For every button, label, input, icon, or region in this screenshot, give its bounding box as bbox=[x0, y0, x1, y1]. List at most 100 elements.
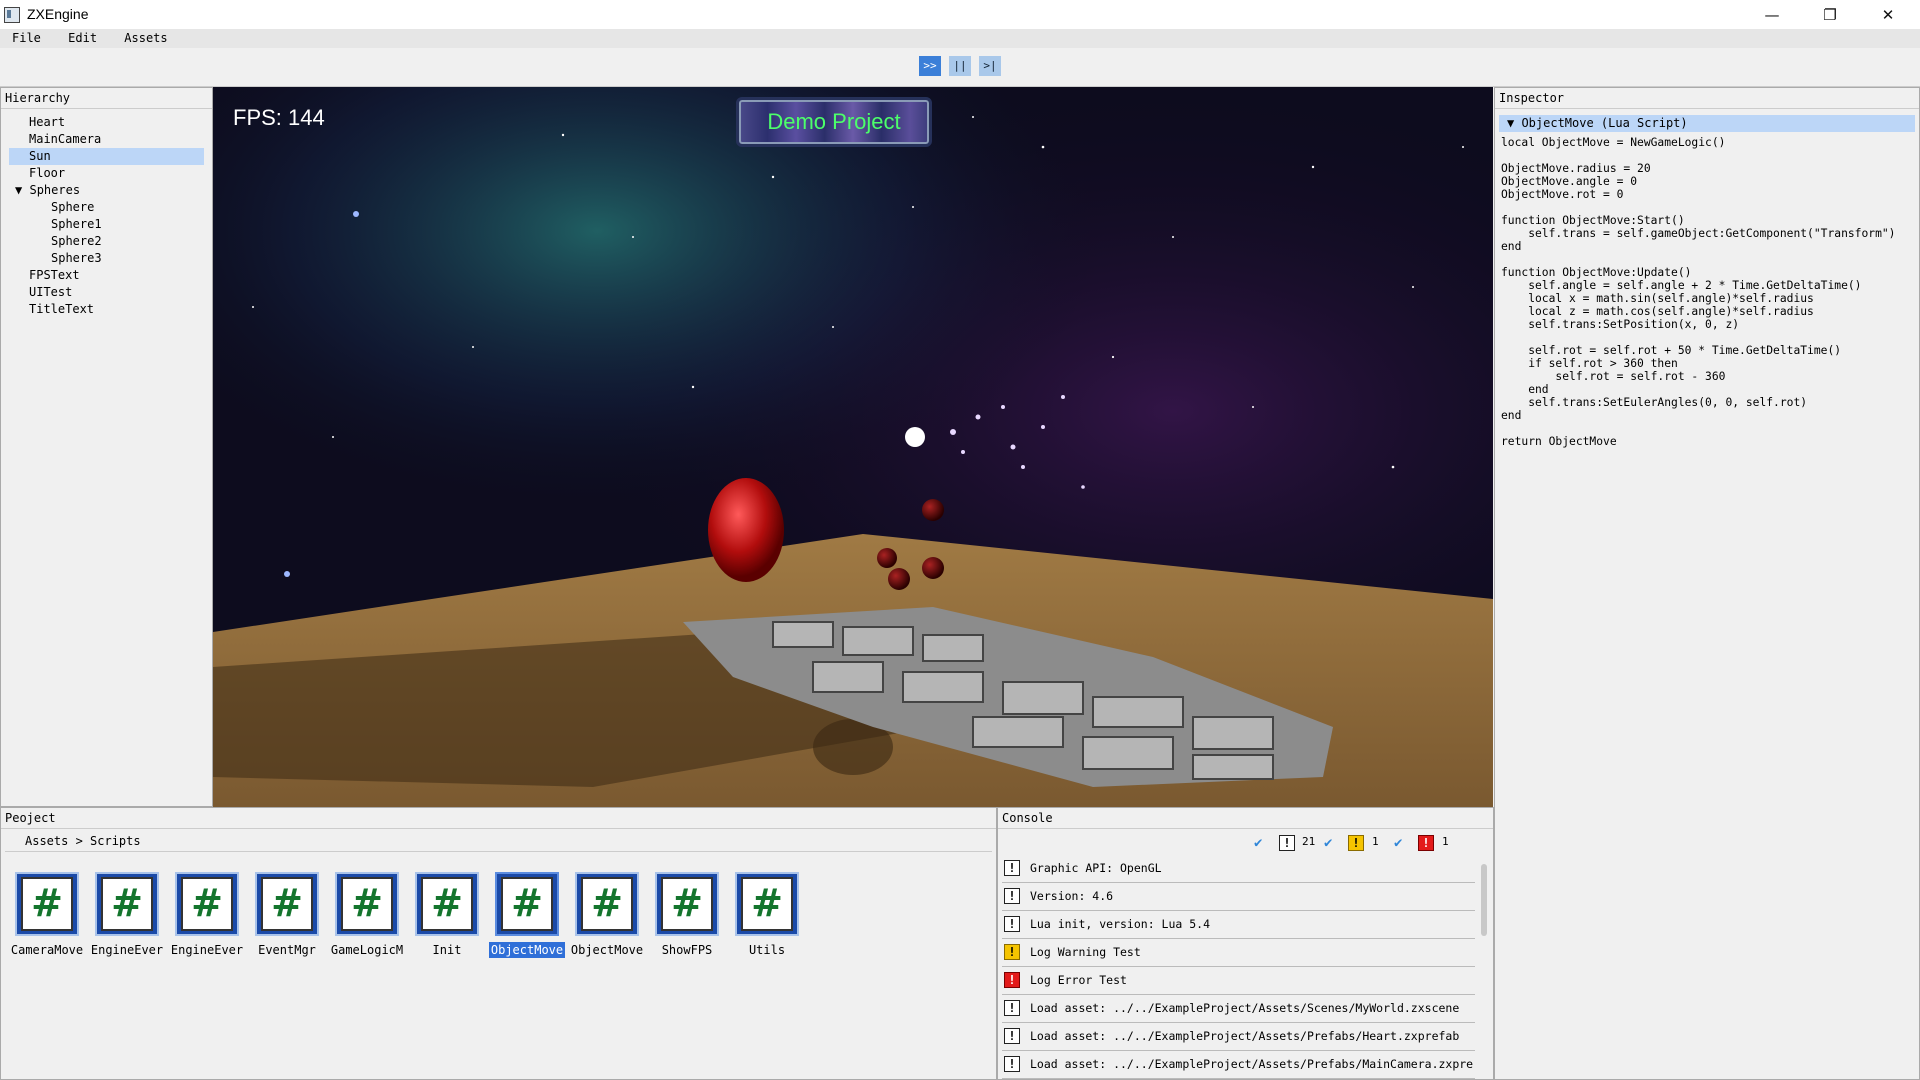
log-text: Log Error Test bbox=[1030, 973, 1127, 987]
console-scrollbar[interactable] bbox=[1481, 864, 1487, 936]
file-item[interactable]: # ShowFPS bbox=[649, 872, 725, 958]
scene-render bbox=[213, 87, 1493, 807]
file-item-selected[interactable]: # ObjectMove bbox=[489, 872, 565, 958]
error-icon: ! bbox=[1418, 835, 1434, 851]
file-item[interactable]: # Utils bbox=[729, 872, 805, 958]
hierarchy-item-sphere1[interactable]: Sphere1 bbox=[1, 216, 212, 233]
log-entry[interactable]: ! Log Error Test bbox=[1002, 967, 1475, 995]
log-entry[interactable]: ! Log Warning Test bbox=[1002, 939, 1475, 967]
info-icon: ! bbox=[1279, 835, 1295, 851]
log-text: Log Warning Test bbox=[1030, 945, 1141, 959]
script-file-icon: # bbox=[15, 872, 79, 936]
script-file-icon: # bbox=[575, 872, 639, 936]
step-button[interactable]: >| bbox=[979, 56, 1001, 76]
file-item[interactable]: # EventMgr bbox=[249, 872, 325, 958]
inspector-title: Inspector bbox=[1495, 88, 1919, 109]
file-item[interactable]: # ObjectMove bbox=[569, 872, 645, 958]
script-file-icon: # bbox=[335, 872, 399, 936]
script-file-icon: # bbox=[175, 872, 239, 936]
restore-button[interactable]: ❐ bbox=[1801, 0, 1859, 29]
error-icon: ! bbox=[1004, 972, 1020, 988]
hierarchy-item-titletext[interactable]: TitleText bbox=[1, 301, 212, 318]
log-text: Version: 4.6 bbox=[1030, 889, 1114, 903]
hierarchy-item-fpstext[interactable]: FPSText bbox=[1, 267, 212, 284]
scene-viewport[interactable]: FPS: 144 Demo Project bbox=[213, 87, 1493, 807]
title-plate: Demo Project bbox=[736, 97, 932, 147]
log-entry[interactable]: ! Load asset: ../../ExampleProject/Assets… bbox=[1002, 1051, 1475, 1079]
log-text: Load asset: ../../ExampleProject/Assets/… bbox=[1030, 1001, 1460, 1015]
file-item[interactable]: # EngineEver bbox=[89, 872, 165, 958]
menu-bar: File Edit Assets bbox=[0, 29, 1920, 48]
log-entry[interactable]: ! Load asset: ../../ExampleProject/Assets… bbox=[1002, 1023, 1475, 1051]
script-file-icon: # bbox=[495, 872, 559, 936]
file-item[interactable]: # EngineEver bbox=[169, 872, 245, 958]
script-file-icon: # bbox=[415, 872, 479, 936]
warning-icon: ! bbox=[1348, 835, 1364, 851]
file-item[interactable]: # GameLogicM bbox=[329, 872, 405, 958]
info-icon: ! bbox=[1004, 888, 1020, 904]
console-panel: Console ✔ ! 21 ✔ ! 1 ✔ ! 1 ! Graphic API:… bbox=[997, 807, 1494, 1080]
log-entry[interactable]: ! Load asset: ../../ExampleProject/Assets… bbox=[1002, 995, 1475, 1023]
file-name: EngineEver bbox=[170, 943, 244, 957]
hierarchy-title: Hierarchy bbox=[1, 88, 212, 109]
hierarchy-item-heart[interactable]: Heart bbox=[1, 114, 212, 131]
error-filter-checkbox[interactable]: ✔ bbox=[1394, 835, 1402, 851]
fps-text: FPS: 144 bbox=[233, 105, 325, 130]
file-name: Init bbox=[432, 943, 462, 957]
console-log-list: ! Graphic API: OpenGL ! Version: 4.6 ! Lua … bbox=[998, 855, 1493, 1079]
log-entry[interactable]: ! Lua init, version: Lua 5.4 bbox=[1002, 911, 1475, 939]
file-item[interactable]: # CameraMove bbox=[9, 872, 85, 958]
hierarchy-item-spheres[interactable]: ▼ Spheres bbox=[1, 182, 212, 199]
breadcrumb[interactable]: Assets > Scripts bbox=[5, 831, 992, 852]
file-name: GameLogicM bbox=[330, 943, 404, 957]
info-count: 21 bbox=[1302, 835, 1316, 848]
window-title: ZXEngine bbox=[27, 6, 89, 22]
log-entry[interactable]: ! Version: 4.6 bbox=[1002, 883, 1475, 911]
toolbar: >> || >| bbox=[0, 48, 1920, 87]
hierarchy-item-floor[interactable]: Floor bbox=[1, 165, 212, 182]
minimize-button[interactable]: — bbox=[1743, 0, 1801, 29]
console-title: Console bbox=[998, 808, 1493, 829]
warn-count: 1 bbox=[1372, 835, 1379, 848]
hierarchy-item-sphere2[interactable]: Sphere2 bbox=[1, 233, 212, 250]
script-code: local ObjectMove = NewGameLogic() Object… bbox=[1501, 136, 1896, 448]
hierarchy-item-sphere3[interactable]: Sphere3 bbox=[1, 250, 212, 267]
file-name: CameraMove bbox=[10, 943, 84, 957]
hierarchy-item-uitest[interactable]: UITest bbox=[1, 284, 212, 301]
script-file-icon: # bbox=[655, 872, 719, 936]
script-file-icon: # bbox=[95, 872, 159, 936]
log-text: Graphic API: OpenGL bbox=[1030, 861, 1162, 875]
file-name: Utils bbox=[748, 943, 786, 957]
info-icon: ! bbox=[1004, 1028, 1020, 1044]
file-name: ObjectMove bbox=[570, 943, 644, 957]
menu-edit[interactable]: Edit bbox=[56, 29, 105, 45]
warn-filter-checkbox[interactable]: ✔ bbox=[1324, 835, 1332, 851]
pause-button[interactable]: || bbox=[949, 56, 971, 76]
log-text: Lua init, version: Lua 5.4 bbox=[1030, 917, 1211, 931]
play-button[interactable]: >> bbox=[919, 56, 941, 76]
hierarchy-item-sphere[interactable]: Sphere bbox=[1, 199, 212, 216]
app-icon bbox=[4, 7, 20, 23]
warning-icon: ! bbox=[1004, 944, 1020, 960]
info-icon: ! bbox=[1004, 916, 1020, 932]
info-filter-checkbox[interactable]: ✔ bbox=[1254, 835, 1262, 851]
info-icon: ! bbox=[1004, 1056, 1020, 1072]
script-file-icon: # bbox=[255, 872, 319, 936]
hierarchy-item-sun[interactable]: Sun bbox=[9, 148, 204, 165]
component-header[interactable]: ▼ ObjectMove (Lua Script) bbox=[1499, 115, 1915, 132]
hierarchy-panel: Hierarchy Heart MainCamera Sun Floor ▼ S… bbox=[0, 87, 213, 807]
log-entry[interactable]: ! Graphic API: OpenGL bbox=[1002, 855, 1475, 883]
file-name: EventMgr bbox=[258, 943, 316, 957]
menu-file[interactable]: File bbox=[0, 29, 49, 45]
file-name: ObjectMove bbox=[489, 942, 565, 958]
menu-assets[interactable]: Assets bbox=[112, 29, 175, 45]
inspector-panel: Inspector ▼ ObjectMove (Lua Script) loca… bbox=[1494, 87, 1920, 1080]
expand-arrow-icon[interactable]: ▼ bbox=[15, 183, 22, 197]
close-button[interactable]: ✕ bbox=[1859, 0, 1917, 29]
file-item[interactable]: # Init bbox=[409, 872, 485, 958]
error-count: 1 bbox=[1442, 835, 1449, 848]
title-bar: ZXEngine — ❐ ✕ bbox=[0, 0, 1920, 29]
hierarchy-item-maincamera[interactable]: MainCamera bbox=[1, 131, 212, 148]
console-filters: ✔ ! 21 ✔ ! 1 ✔ ! 1 bbox=[998, 829, 1493, 855]
demo-title-text: Demo Project bbox=[767, 109, 901, 134]
